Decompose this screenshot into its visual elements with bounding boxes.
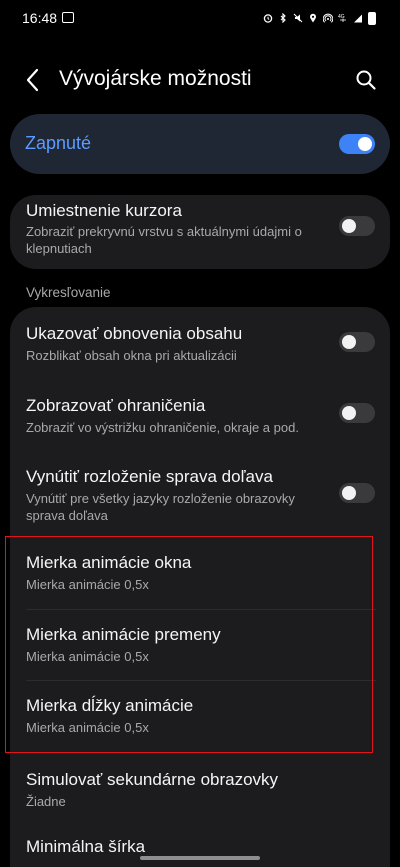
setting-subtitle: Žiadne bbox=[26, 794, 66, 809]
setting-subtitle: Vynútiť pre všetky jazyky rozloženie obr… bbox=[26, 491, 295, 523]
setting-row-show-layout-bounds[interactable]: Zobrazovať ohraničenia Zobraziť vo výstr… bbox=[10, 377, 390, 447]
lte-signal-icon: 4G bbox=[338, 14, 346, 22]
master-toggle[interactable] bbox=[339, 134, 375, 154]
force-rtl-layout-toggle[interactable] bbox=[339, 483, 375, 503]
cursor-card: Umiestnenie kurzora Zobraziť prekryvnú v… bbox=[10, 195, 390, 269]
show-layout-bounds-toggle[interactable] bbox=[339, 403, 375, 423]
setting-subtitle: Zobraziť prekryvnú vrstvu s aktuálnymi ú… bbox=[26, 224, 302, 256]
mute-icon bbox=[293, 13, 303, 23]
setting-row-show-surface-updates[interactable]: Ukazovať obnovenia obsahu Rozblikať obsa… bbox=[10, 307, 390, 377]
setting-title: Zobrazovať ohraničenia bbox=[26, 396, 206, 415]
status-icons: 4G bbox=[263, 10, 376, 26]
signal-strength-icon bbox=[354, 14, 362, 23]
search-icon[interactable] bbox=[354, 68, 378, 92]
app-bar: Vývojárske možnosti bbox=[0, 50, 400, 110]
setting-row-minimum-width[interactable]: Minimálna šírka bbox=[10, 827, 390, 867]
master-switch-label: Zapnuté bbox=[25, 133, 92, 153]
setting-row-force-rtl-layout[interactable]: Vynútiť rozloženie sprava doľava Vynútiť… bbox=[10, 447, 390, 529]
navigation-handle[interactable] bbox=[140, 856, 260, 860]
alarm-icon bbox=[263, 14, 273, 23]
setting-row-simulate-secondary-displays[interactable]: Simulovať sekundárne obrazovky Žiadne bbox=[10, 759, 390, 825]
toggle-knob bbox=[342, 406, 356, 420]
show-surface-updates-toggle[interactable] bbox=[339, 332, 375, 352]
section-label-drawing: Vykresľovanie bbox=[26, 285, 111, 300]
back-arrow-icon[interactable] bbox=[22, 66, 46, 94]
toggle-knob bbox=[342, 486, 356, 500]
setting-subtitle: Zobraziť vo výstrižku ohraničenie, okraj… bbox=[26, 420, 299, 435]
location-icon bbox=[310, 13, 316, 23]
setting-title: Vynútiť rozloženie sprava doľava bbox=[26, 467, 273, 486]
setting-title: Umiestnenie kurzora bbox=[26, 201, 182, 220]
hotspot-icon bbox=[323, 13, 333, 23]
status-bar: 16:48 4G bbox=[0, 0, 400, 36]
toggle-knob bbox=[342, 335, 356, 349]
toggle-knob bbox=[342, 219, 356, 233]
svg-text:4G: 4G bbox=[338, 14, 345, 20]
toggle-knob bbox=[358, 137, 372, 151]
setting-title: Ukazovať obnovenia obsahu bbox=[26, 324, 243, 343]
bluetooth-icon bbox=[280, 13, 286, 23]
status-time: 16:48 bbox=[22, 10, 58, 26]
cursor-location-toggle[interactable] bbox=[339, 216, 375, 236]
master-switch-row[interactable]: Zapnuté bbox=[10, 114, 390, 174]
highlight-box bbox=[5, 536, 373, 753]
page-title: Vývojárske možnosti bbox=[59, 67, 252, 90]
setting-title: Simulovať sekundárne obrazovky bbox=[26, 770, 279, 789]
setting-title: Minimálna šírka bbox=[26, 837, 146, 856]
setting-row-cursor-location[interactable]: Umiestnenie kurzora Zobraziť prekryvnú v… bbox=[10, 195, 390, 269]
setting-subtitle: Rozblikať obsah okna pri aktualizácii bbox=[26, 348, 237, 363]
gallery-notification-icon bbox=[62, 12, 74, 23]
battery-icon bbox=[368, 11, 376, 25]
